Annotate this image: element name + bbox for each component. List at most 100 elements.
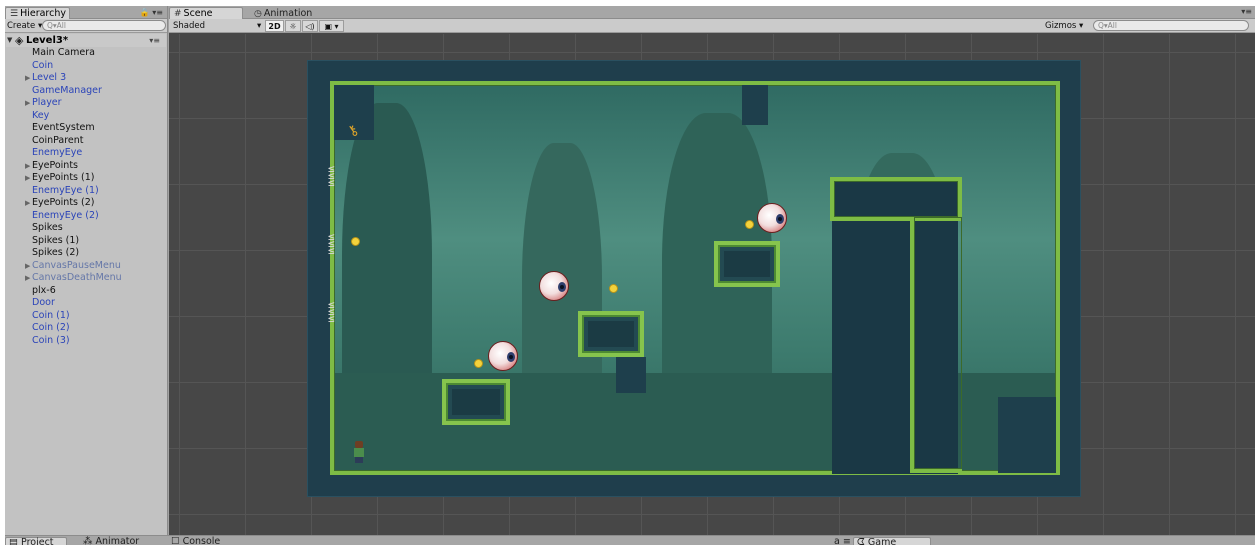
- hierarchy-item-label: Coin: [32, 59, 54, 71]
- expand-arrow-icon[interactable]: ▶: [25, 260, 30, 273]
- hierarchy-item[interactable]: ▶ CanvasDeathMenu: [5, 272, 167, 285]
- hierarchy-item[interactable]: plx-6: [5, 285, 167, 298]
- hierarchy-panel: ☰ Hierarchy 🔒 ▾≡ Create ▾ Q▾All ▼ ◈ Level…: [5, 6, 168, 535]
- tab-console[interactable]: ☐ Console: [168, 537, 228, 545]
- hierarchy-item[interactable]: Door: [5, 297, 167, 310]
- tab-animator-label: Animator: [95, 536, 140, 545]
- hierarchy-item[interactable]: EnemyEye (2): [5, 210, 167, 223]
- hierarchy-item[interactable]: Key: [5, 110, 167, 123]
- scene-viewport[interactable]: ≤ ≤ ≤ ≤ ≤ ≤ ≤ ≤ ≤ ⚷: [169, 34, 1255, 535]
- hierarchy-item[interactable]: Coin (1): [5, 310, 167, 323]
- floor-stairs: [998, 397, 1056, 473]
- hierarchy-item-label: Door: [32, 297, 55, 308]
- hierarchy-item[interactable]: Main Camera: [5, 47, 167, 60]
- scene-search-input[interactable]: Q▾All: [1093, 20, 1249, 31]
- bottom-panel-controls[interactable]: a ≡: [831, 537, 851, 545]
- expand-arrow-icon[interactable]: ▶: [25, 197, 30, 210]
- lighting-toggle[interactable]: ☼: [285, 20, 301, 32]
- pacman-icon: ᗧ: [857, 537, 865, 545]
- clock-icon: ◷: [254, 9, 262, 19]
- hierarchy-item[interactable]: ▶ Level 3: [5, 72, 167, 85]
- tab-game[interactable]: ᗧ Game: [853, 537, 931, 545]
- hierarchy-item[interactable]: EnemyEye: [5, 147, 167, 160]
- hierarchy-item-label: EyePoints (1): [32, 172, 95, 183]
- hierarchy-item[interactable]: ▶ EyePoints (2): [5, 197, 167, 210]
- scene-tab-bar: # Scene ◷ Animation ▾≡: [169, 6, 1255, 19]
- panel-menu-icon[interactable]: ▾≡: [152, 8, 163, 17]
- hierarchy-item[interactable]: EnemyEye (1): [5, 185, 167, 198]
- hierarchy-item[interactable]: Spikes (1): [5, 235, 167, 248]
- level-map: ≤ ≤ ≤ ≤ ≤ ≤ ≤ ≤ ≤ ⚷: [307, 60, 1081, 497]
- hierarchy-item[interactable]: Coin (3): [5, 335, 167, 348]
- expand-arrow-icon[interactable]: ▶: [25, 272, 30, 285]
- chevron-down-icon: ▾: [1079, 21, 1084, 31]
- speaker-icon: ◁): [305, 22, 315, 31]
- hierarchy-item[interactable]: Coin: [5, 60, 167, 73]
- coin-sprite: [474, 359, 483, 368]
- coin-sprite: [745, 220, 754, 229]
- image-icon: ▣ ▾: [324, 22, 339, 31]
- tab-console-label: Console: [182, 536, 221, 545]
- enemy-eye-sprite: [488, 341, 518, 371]
- scene-menu-icon[interactable]: ▾≡: [149, 34, 160, 47]
- hierarchy-item-label: EnemyEye (2): [32, 209, 99, 221]
- shading-mode-dropdown[interactable]: Shaded ▾: [173, 20, 263, 32]
- expand-arrow-icon[interactable]: ▶: [25, 160, 30, 173]
- hierarchy-item-label: Main Camera: [32, 47, 95, 58]
- expand-arrow-icon[interactable]: ▶: [25, 72, 30, 85]
- tab-animator[interactable]: ⁂ Animator: [80, 537, 150, 545]
- 2d-mode-button[interactable]: 2D: [265, 20, 284, 32]
- unity-logo-icon: ◈: [15, 34, 24, 47]
- hierarchy-list: Main Camera Coin ▶ Level 3 GameManager ▶ Playe…: [5, 47, 167, 347]
- effects-dropdown[interactable]: ▣ ▾: [319, 20, 344, 32]
- enemy-eye-sprite: [757, 203, 787, 233]
- hierarchy-item-label: Level 3: [32, 72, 67, 83]
- hierarchy-tab-controls: 🔒 ▾≡: [140, 6, 163, 19]
- lock-icon: a ≡: [834, 536, 851, 545]
- chevron-down-icon: ▾: [257, 21, 262, 31]
- hierarchy-item[interactable]: EventSystem: [5, 122, 167, 135]
- hierarchy-item[interactable]: GameManager: [5, 85, 167, 98]
- audio-toggle[interactable]: ◁): [302, 20, 318, 32]
- hierarchy-item-label: Coin (2): [32, 322, 70, 333]
- scene-panel: # Scene ◷ Animation ▾≡ Shaded ▾ 2D ☼ ◁) ▣ …: [169, 6, 1255, 535]
- bottom-tab-bar: ▤ Project ⁂ Animator ☐ Console a ≡ ᗧ Gam…: [5, 535, 1255, 545]
- hierarchy-tab-bar: ☰ Hierarchy 🔒 ▾≡: [5, 6, 167, 19]
- hierarchy-item[interactable]: CoinParent: [5, 135, 167, 148]
- spikes-hazard: ≤ ≤ ≤: [328, 162, 335, 189]
- gizmos-dropdown[interactable]: Gizmos ▾: [1045, 20, 1083, 32]
- hierarchy-item-label: Coin (3): [32, 334, 70, 346]
- gizmos-label: Gizmos: [1045, 21, 1077, 31]
- enemy-eye-sprite: [539, 271, 569, 301]
- hierarchy-search-input[interactable]: Q▾All: [42, 20, 166, 31]
- tab-project[interactable]: ▤ Project: [5, 537, 67, 545]
- hierarchy-item-label: CanvasDeathMenu: [32, 272, 122, 283]
- sun-icon: ☼: [289, 22, 297, 31]
- hierarchy-item[interactable]: Spikes: [5, 222, 167, 235]
- scene-name: Level3*: [26, 35, 69, 46]
- hierarchy-item-label: Spikes (2): [32, 247, 80, 258]
- hierarchy-item[interactable]: ▶ EyePoints (1): [5, 172, 167, 185]
- hierarchy-item-label: CoinParent: [32, 134, 84, 146]
- floating-platform: [714, 241, 780, 287]
- hierarchy-item[interactable]: ▶ Player: [5, 97, 167, 110]
- lock-icon[interactable]: 🔒: [140, 8, 150, 17]
- create-dropdown[interactable]: Create ▾: [7, 20, 42, 32]
- hierarchy-item[interactable]: Coin (2): [5, 322, 167, 335]
- hierarchy-item[interactable]: ▶ CanvasPauseMenu: [5, 260, 167, 273]
- expand-arrow-icon[interactable]: ▶: [25, 172, 30, 185]
- tab-scene[interactable]: # Scene: [169, 7, 243, 19]
- spikes-hazard: ≤ ≤ ≤: [328, 298, 335, 325]
- pillar-edge-grass: [910, 217, 962, 473]
- tab-game-label: Game: [867, 537, 897, 545]
- hierarchy-item[interactable]: Spikes (2): [5, 247, 167, 260]
- tab-hierarchy[interactable]: ☰ Hierarchy: [5, 7, 70, 19]
- expand-arrow-icon[interactable]: ▶: [25, 97, 30, 110]
- hierarchy-item-label: Spikes (1): [32, 234, 80, 246]
- pillar-top-grass: [830, 177, 962, 221]
- tab-animation[interactable]: ◷ Animation: [249, 7, 319, 19]
- scene-root-row[interactable]: ▼ ◈ Level3* ▾≡: [6, 34, 166, 47]
- expand-arrow-icon[interactable]: ▼: [7, 34, 12, 47]
- panel-menu-icon[interactable]: ▾≡: [1241, 7, 1252, 16]
- hierarchy-item[interactable]: ▶ EyePoints: [5, 160, 167, 173]
